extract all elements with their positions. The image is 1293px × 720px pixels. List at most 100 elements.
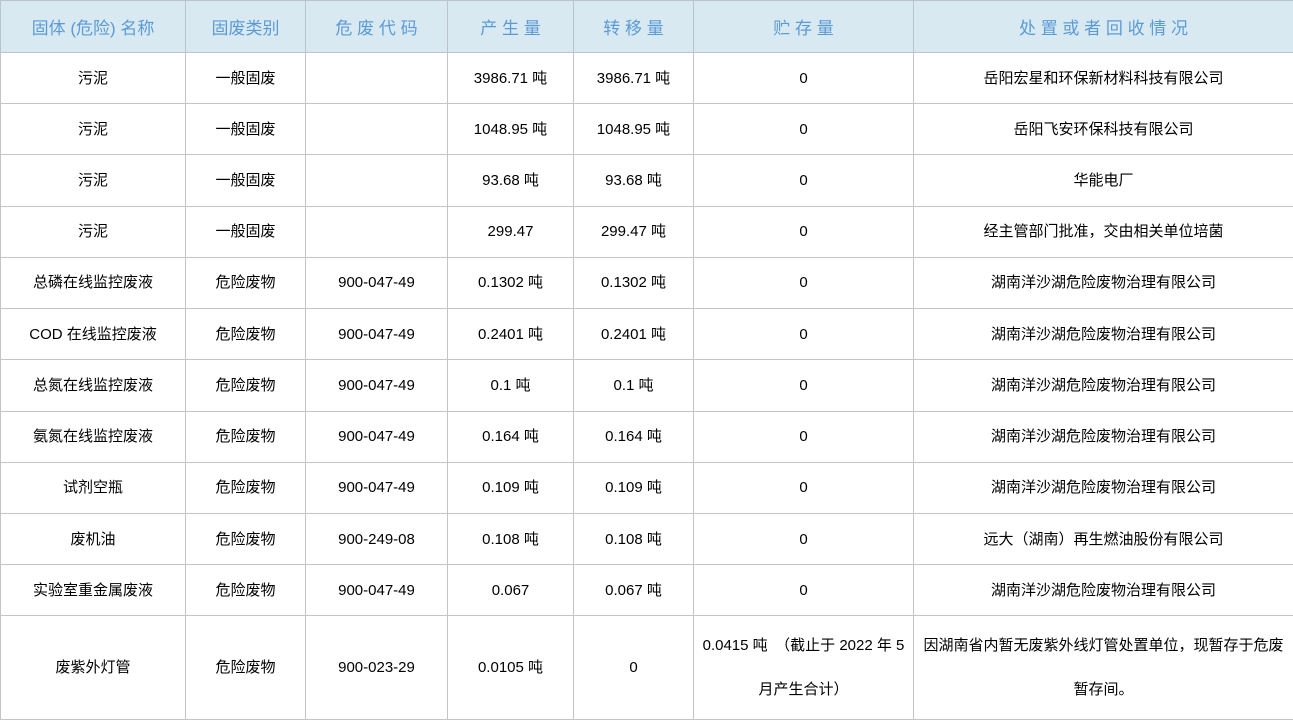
cell-produced: 0.0105 吨 [448,616,574,720]
cell-name: 污泥 [1,53,186,104]
cell-disposal: 远大（湖南）再生燃油股份有限公司 [914,513,1293,564]
cell-name: 总磷在线监控废液 [1,257,186,308]
cell-produced: 0.1302 吨 [448,257,574,308]
cell-category: 危险废物 [186,513,306,564]
column-header-disposal: 处 置 或 者 回 收 情 况 [914,1,1293,53]
cell-name: 总氮在线监控废液 [1,360,186,411]
cell-stored: 0.0415 吨 （截止于 2022 年 5 月产生合计） [694,616,914,720]
column-header-name: 固体 (危险) 名称 [1,1,186,53]
table-row: 氨氮在线监控废液危险废物900-047-490.164 吨0.164 吨0湖南洋… [1,411,1293,462]
table-row: 试剂空瓶危险废物900-047-490.109 吨0.109 吨0湖南洋沙湖危险… [1,462,1293,513]
cell-name: 污泥 [1,155,186,206]
cell-disposal: 湖南洋沙湖危险废物治理有限公司 [914,462,1293,513]
cell-code: 900-249-08 [306,513,448,564]
cell-produced: 93.68 吨 [448,155,574,206]
cell-transferred: 299.47 吨 [574,206,694,257]
waste-table-header: 固体 (危险) 名称固废类别危 废 代 码产 生 量转 移 量贮 存 量处 置 … [1,1,1293,53]
column-header-category: 固废类别 [186,1,306,53]
cell-code: 900-047-49 [306,360,448,411]
table-row: 废机油危险废物900-249-080.108 吨0.108 吨0远大（湖南）再生… [1,513,1293,564]
table-row: 总氮在线监控废液危险废物900-047-490.1 吨0.1 吨0湖南洋沙湖危险… [1,360,1293,411]
table-row: 废紫外灯管危险废物900-023-290.0105 吨00.0415 吨 （截止… [1,616,1293,720]
cell-transferred: 0.109 吨 [574,462,694,513]
cell-transferred: 0.2401 吨 [574,309,694,360]
cell-category: 危险废物 [186,411,306,462]
column-header-stored: 贮 存 量 [694,1,914,53]
table-row: 污泥一般固废1048.95 吨1048.95 吨0岳阳飞安环保科技有限公司 [1,104,1293,155]
cell-disposal: 湖南洋沙湖危险废物治理有限公司 [914,411,1293,462]
cell-name: COD 在线监控废液 [1,309,186,360]
cell-stored: 0 [694,53,914,104]
cell-name: 废机油 [1,513,186,564]
cell-code [306,155,448,206]
cell-produced: 3986.71 吨 [448,53,574,104]
cell-disposal: 湖南洋沙湖危险废物治理有限公司 [914,257,1293,308]
cell-code [306,53,448,104]
cell-category: 一般固废 [186,155,306,206]
cell-stored: 0 [694,309,914,360]
cell-stored: 0 [694,257,914,308]
cell-code: 900-047-49 [306,257,448,308]
cell-produced: 0.108 吨 [448,513,574,564]
cell-code: 900-023-29 [306,616,448,720]
cell-transferred: 0.1 吨 [574,360,694,411]
header-row: 固体 (危险) 名称固废类别危 废 代 码产 生 量转 移 量贮 存 量处 置 … [1,1,1293,53]
cell-stored: 0 [694,360,914,411]
cell-produced: 0.164 吨 [448,411,574,462]
cell-transferred: 3986.71 吨 [574,53,694,104]
cell-name: 氨氮在线监控废液 [1,411,186,462]
table-row: COD 在线监控废液危险废物900-047-490.2401 吨0.2401 吨… [1,309,1293,360]
cell-stored: 0 [694,462,914,513]
cell-name: 污泥 [1,104,186,155]
cell-disposal: 湖南洋沙湖危险废物治理有限公司 [914,309,1293,360]
cell-category: 危险废物 [186,257,306,308]
cell-disposal: 因湖南省内暂无废紫外线灯管处置单位，现暂存于危废暂存间。 [914,616,1293,720]
cell-code: 900-047-49 [306,411,448,462]
cell-category: 一般固废 [186,53,306,104]
waste-table: 固体 (危险) 名称固废类别危 废 代 码产 生 量转 移 量贮 存 量处 置 … [0,0,1293,720]
cell-transferred: 1048.95 吨 [574,104,694,155]
cell-stored: 0 [694,513,914,564]
cell-produced: 0.1 吨 [448,360,574,411]
cell-produced: 1048.95 吨 [448,104,574,155]
cell-category: 一般固废 [186,104,306,155]
table-row: 实验室重金属废液危险废物900-047-490.0670.067 吨0湖南洋沙湖… [1,565,1293,616]
cell-name: 废紫外灯管 [1,616,186,720]
cell-code [306,206,448,257]
cell-category: 危险废物 [186,462,306,513]
cell-stored: 0 [694,206,914,257]
cell-disposal: 湖南洋沙湖危险废物治理有限公司 [914,360,1293,411]
table-row: 污泥一般固废3986.71 吨3986.71 吨0岳阳宏星和环保新材料科技有限公… [1,53,1293,104]
table-row: 总磷在线监控废液危险废物900-047-490.1302 吨0.1302 吨0湖… [1,257,1293,308]
cell-code: 900-047-49 [306,309,448,360]
cell-produced: 0.2401 吨 [448,309,574,360]
cell-transferred: 0.067 吨 [574,565,694,616]
column-header-code: 危 废 代 码 [306,1,448,53]
solid-waste-report-page: 固体 (危险) 名称固废类别危 废 代 码产 生 量转 移 量贮 存 量处 置 … [0,0,1293,720]
cell-code: 900-047-49 [306,565,448,616]
cell-disposal: 华能电厂 [914,155,1293,206]
cell-transferred: 93.68 吨 [574,155,694,206]
cell-name: 实验室重金属废液 [1,565,186,616]
cell-category: 一般固废 [186,206,306,257]
cell-stored: 0 [694,411,914,462]
cell-stored: 0 [694,104,914,155]
cell-category: 危险废物 [186,565,306,616]
cell-code [306,104,448,155]
cell-produced: 299.47 [448,206,574,257]
cell-disposal: 岳阳飞安环保科技有限公司 [914,104,1293,155]
column-header-transferred: 转 移 量 [574,1,694,53]
cell-transferred: 0.1302 吨 [574,257,694,308]
cell-disposal: 湖南洋沙湖危险废物治理有限公司 [914,565,1293,616]
cell-disposal: 经主管部门批准，交由相关单位培菌 [914,206,1293,257]
cell-transferred: 0 [574,616,694,720]
cell-name: 污泥 [1,206,186,257]
cell-code: 900-047-49 [306,462,448,513]
cell-transferred: 0.108 吨 [574,513,694,564]
cell-produced: 0.109 吨 [448,462,574,513]
waste-table-body: 污泥一般固废3986.71 吨3986.71 吨0岳阳宏星和环保新材料科技有限公… [1,53,1293,720]
cell-disposal: 岳阳宏星和环保新材料科技有限公司 [914,53,1293,104]
cell-category: 危险废物 [186,309,306,360]
cell-transferred: 0.164 吨 [574,411,694,462]
cell-name: 试剂空瓶 [1,462,186,513]
